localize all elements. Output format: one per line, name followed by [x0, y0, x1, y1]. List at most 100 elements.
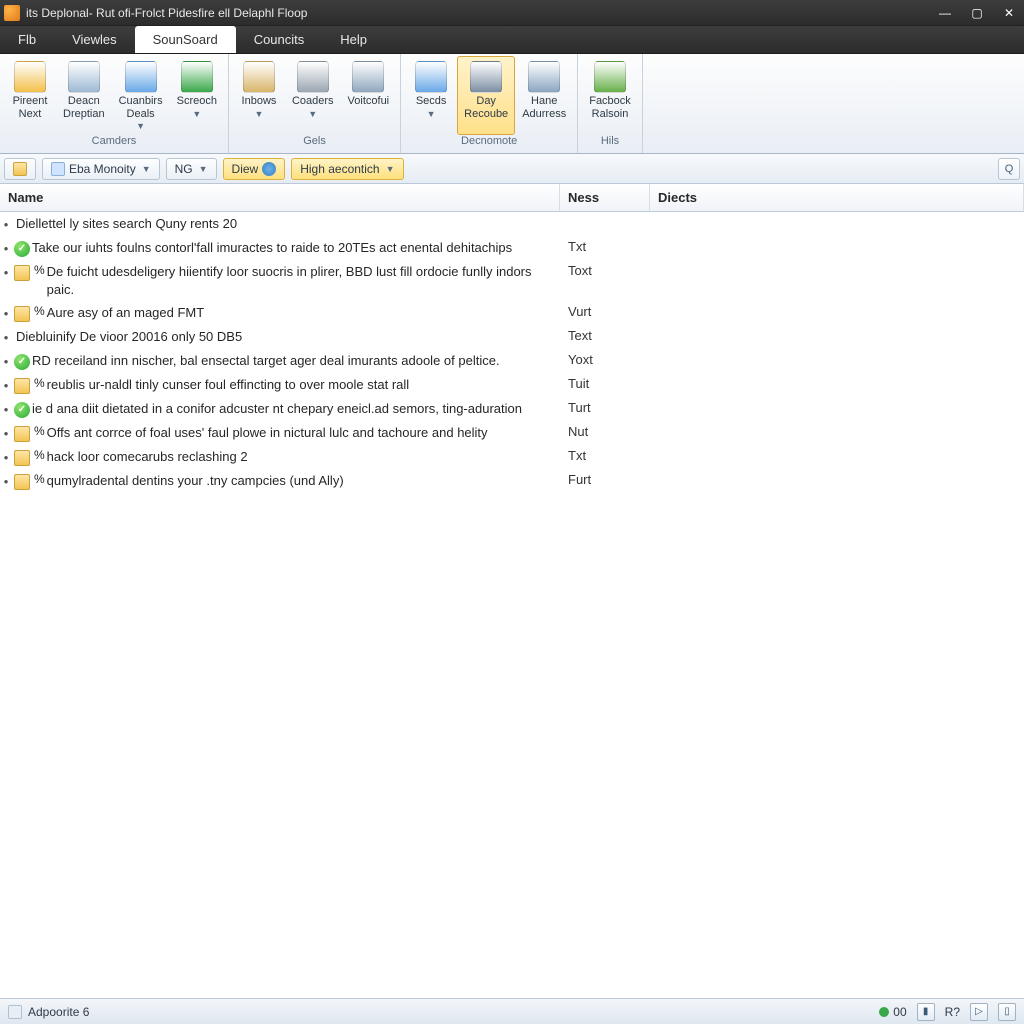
ribbon-icon [415, 61, 447, 93]
table-row[interactable]: •% Offs ant corrce of foal uses' faul pl… [0, 421, 1024, 445]
folder-icon [14, 306, 30, 322]
table-row[interactable]: •% De fuicht udesdeligery hiientify loor… [0, 260, 1024, 301]
table-row[interactable]: •Take our iuhts foulns contorl'fall imur… [0, 236, 1024, 260]
table-row[interactable]: •% hack loor comecarubs reclashing 2Txt [0, 445, 1024, 469]
chevron-down-icon: ▼ [199, 164, 208, 174]
ribbon-label: DayRecoube [464, 95, 508, 120]
ribbon-group: Inbows▼Coaders▼VoitcofuiGels [229, 54, 401, 153]
table-row[interactable]: •Diebluinify De vioor 20016 only 50 DB5T… [0, 325, 1024, 349]
status-button-play[interactable]: ▷ [970, 1003, 988, 1021]
ribbon-button[interactable]: FacbockRalsoin [582, 56, 638, 135]
bullet-icon: • [0, 448, 12, 465]
status-button-b[interactable]: ▯ [998, 1003, 1016, 1021]
status-text: Adpoorite 6 [28, 1005, 89, 1019]
chevron-down-icon: ▼ [308, 109, 317, 119]
chevron-down-icon: ▼ [136, 121, 145, 131]
table-row[interactable]: •% qumylradental dentins your .tny campc… [0, 469, 1024, 493]
row-text: reublis ur-naldl tinly cunser foul effin… [47, 376, 554, 394]
folder-icon [14, 265, 30, 281]
chevron-down-icon: ▼ [427, 109, 436, 119]
ribbon-icon [125, 61, 157, 93]
pct-label: % [34, 424, 45, 438]
check-icon [14, 402, 30, 418]
ribbon-button[interactable]: DayRecoube [457, 56, 515, 135]
menu-tab-help[interactable]: Help [322, 26, 385, 53]
folder-icon [14, 378, 30, 394]
app-icon [4, 5, 20, 21]
filter-diew[interactable]: Diew [223, 158, 286, 180]
ribbon-button[interactable]: PireentNext [4, 56, 56, 135]
row-text: RD receiland inn nischer, bal ensectal t… [32, 352, 554, 370]
ribbon-label: FacbockRalsoin [589, 95, 631, 120]
bullet-icon: • [0, 215, 12, 232]
ribbon-button[interactable]: Screoch▼ [170, 56, 224, 135]
status-left: Adpoorite 6 [8, 1005, 869, 1019]
ribbon-group-label: Hils [582, 135, 638, 153]
table-row[interactable]: •% reublis ur-naldl tinly cunser foul ef… [0, 373, 1024, 397]
table-row[interactable]: •ie d ana diit dietated in a conifor adc… [0, 397, 1024, 421]
close-button[interactable]: ✕ [1002, 6, 1016, 20]
table-row[interactable]: •Diellettel ly sites search Quny rents 2… [0, 212, 1024, 236]
pct-label: % [34, 376, 45, 390]
filter-diew-label: Diew [232, 162, 259, 176]
bullet-icon: • [0, 400, 12, 417]
folder-icon [14, 426, 30, 442]
menu-tab-flb[interactable]: Flb [0, 26, 54, 53]
ribbon-group: Secds▼DayRecoubeHaneAdurressDecnomote [401, 54, 578, 153]
ribbon-icon [470, 61, 502, 93]
row-text: Offs ant corrce of foal uses' faul plowe… [47, 424, 554, 442]
gear-icon [262, 162, 276, 176]
menu-tab-viewles[interactable]: Viewles [54, 26, 135, 53]
cell-name: •% reublis ur-naldl tinly cunser foul ef… [0, 376, 560, 394]
cell-name: •% Offs ant corrce of foal uses' faul pl… [0, 424, 560, 442]
status-chip-1: 00 [879, 1005, 906, 1019]
cell-name: •% Aure asy of an maged FMT [0, 304, 560, 322]
maximize-button[interactable]: ▢ [970, 6, 984, 20]
col-diects[interactable]: Diects [650, 184, 1024, 211]
filter-high[interactable]: High aecontich ▼ [291, 158, 403, 180]
menu-tab-councits[interactable]: Councits [236, 26, 323, 53]
menu-tab-sounsoard[interactable]: SounSoard [135, 26, 236, 53]
cell-ness: Txt [560, 448, 650, 463]
bullet-icon: • [0, 328, 12, 345]
ribbon-icon [181, 61, 213, 93]
ribbon-button[interactable]: Secds▼ [405, 56, 457, 135]
minimize-button[interactable]: — [938, 6, 952, 20]
check-icon [14, 241, 30, 257]
ribbon-icon [14, 61, 46, 93]
status-button-a[interactable]: ▮ [917, 1003, 935, 1021]
table-row[interactable]: •% Aure asy of an maged FMTVurt [0, 301, 1024, 325]
filter-icon [13, 162, 27, 176]
cell-name: •Take our iuhts foulns contorl'fall imur… [0, 239, 560, 257]
cell-name: •ie d ana diit dietated in a conifor adc… [0, 400, 560, 418]
table-row[interactable]: • RD receiland inn nischer, bal ensectal … [0, 349, 1024, 373]
ribbon-group-label: Gels [233, 135, 396, 153]
ribbon-button[interactable]: Inbows▼ [233, 56, 285, 135]
filter-monoity[interactable]: Eba Monoity ▼ [42, 158, 160, 180]
row-text: Aure asy of an maged FMT [47, 304, 554, 322]
ribbon-button[interactable]: Voitcofui [341, 56, 397, 135]
ribbon-button[interactable]: HaneAdurress [515, 56, 573, 135]
ribbon-button[interactable]: DeacnDreptian [56, 56, 112, 135]
pct-label: % [34, 304, 45, 318]
cell-ness: Nut [560, 424, 650, 439]
bullet-icon: • [0, 352, 12, 369]
col-name[interactable]: Name [0, 184, 560, 211]
ribbon-group: FacbockRalsoin Hils [578, 54, 643, 153]
bullet-icon: • [0, 304, 12, 321]
filter-high-label: High aecontich [300, 162, 379, 176]
cell-ness: Furt [560, 472, 650, 487]
ribbon-button[interactable]: Coaders▼ [285, 56, 341, 135]
filter-icon-button[interactable] [4, 158, 36, 180]
filter-ng[interactable]: NG ▼ [166, 158, 217, 180]
bullet-icon: • [0, 424, 12, 441]
folder-icon [14, 450, 30, 466]
pct-label: % [34, 263, 45, 277]
cell-ness: Tuit [560, 376, 650, 391]
ribbon-button[interactable]: CuanbirsDeals▼ [112, 56, 170, 135]
col-ness[interactable]: Ness [560, 184, 650, 211]
cell-name: •Diebluinify De vioor 20016 only 50 DB5 [0, 328, 560, 346]
ribbon-icon [297, 61, 329, 93]
ribbon-label: CuanbirsDeals [119, 95, 163, 120]
filter-right-badge[interactable]: Q [998, 158, 1020, 180]
